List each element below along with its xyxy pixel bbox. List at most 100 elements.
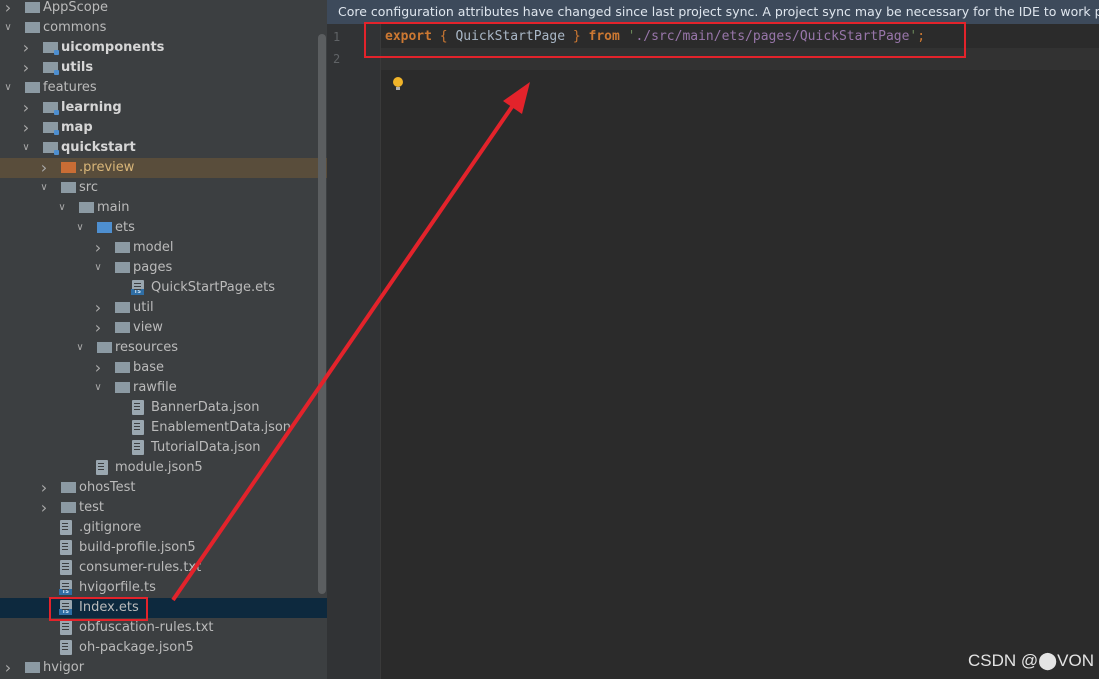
tree-item-util[interactable]: › util bbox=[0, 298, 327, 318]
folder-icon bbox=[61, 482, 76, 493]
chevron-down-icon[interactable]: ∨ bbox=[92, 258, 104, 278]
tree-item-learning[interactable]: › learning bbox=[0, 98, 327, 118]
tree-item-label: obfuscation-rules.txt bbox=[79, 620, 214, 635]
tree-item-enablementdata-json[interactable]: EnablementData.json bbox=[0, 418, 327, 438]
tree-item-pages[interactable]: ∨ pages bbox=[0, 258, 327, 278]
tree-item-tutorialdata-json[interactable]: TutorialData.json bbox=[0, 438, 327, 458]
tree-item-label: hvigorfile.ts bbox=[79, 580, 156, 595]
tree-item-label: map bbox=[61, 120, 93, 135]
tree-item-base[interactable]: › base bbox=[0, 358, 327, 378]
tree-item-view[interactable]: › view bbox=[0, 318, 327, 338]
tree-item-label: src bbox=[79, 180, 98, 195]
chevron-right-icon[interactable]: › bbox=[2, 0, 14, 18]
tree-item-label: hvigor bbox=[43, 660, 85, 675]
ets-file-icon: TS bbox=[59, 580, 72, 595]
chevron-right-icon[interactable]: › bbox=[92, 318, 104, 338]
code-editor[interactable]: Core configuration attributes have chang… bbox=[327, 0, 1099, 679]
tree-item-gitignore[interactable]: .gitignore bbox=[0, 518, 327, 538]
tree-item-label: ohosTest bbox=[79, 480, 136, 495]
lightbulb-icon[interactable] bbox=[393, 77, 403, 90]
chevron-right-icon[interactable]: › bbox=[20, 98, 32, 118]
folder-icon bbox=[115, 382, 130, 393]
tree-item-rawfile[interactable]: ∨ rawfile bbox=[0, 378, 327, 398]
chevron-right-icon[interactable]: › bbox=[92, 238, 104, 258]
tree-item-model[interactable]: › model bbox=[0, 238, 327, 258]
tree-item-map[interactable]: › map bbox=[0, 118, 327, 138]
tree-item-label: module.json5 bbox=[115, 460, 203, 475]
tree-item-commons[interactable]: ∨ commons bbox=[0, 18, 327, 38]
tree-item-consumer-rules-txt[interactable]: consumer-rules.txt bbox=[0, 558, 327, 578]
tree-item-module-json5[interactable]: module.json5 bbox=[0, 458, 327, 478]
folder-icon bbox=[115, 242, 130, 253]
chevron-down-icon[interactable]: ∨ bbox=[56, 198, 68, 218]
tree-item-test[interactable]: › test bbox=[0, 498, 327, 518]
tree-item-obfuscation-rules-txt[interactable]: obfuscation-rules.txt bbox=[0, 618, 327, 638]
tree-item-label: test bbox=[79, 500, 104, 515]
config-file-icon bbox=[96, 460, 108, 475]
tree-item-label: BannerData.json bbox=[151, 400, 260, 415]
tree-item-bannerdata-json[interactable]: BannerData.json bbox=[0, 398, 327, 418]
tree-item-main[interactable]: ∨ main bbox=[0, 198, 327, 218]
folder-icon bbox=[115, 362, 130, 373]
tree-item-label: view bbox=[133, 320, 163, 335]
chevron-down-icon[interactable]: ∨ bbox=[38, 178, 50, 198]
tree-item-label: main bbox=[97, 200, 130, 215]
chevron-down-icon[interactable]: ∨ bbox=[74, 338, 86, 358]
chevron-right-icon[interactable]: › bbox=[38, 498, 50, 518]
tree-item-resources[interactable]: ∨ resources bbox=[0, 338, 327, 358]
chevron-right-icon[interactable]: › bbox=[92, 298, 104, 318]
tree-item-label: commons bbox=[43, 20, 107, 35]
tree-item-hvigorfile-ts[interactable]: TS hvigorfile.ts bbox=[0, 578, 327, 598]
module-badge-icon bbox=[54, 70, 59, 75]
tree-item-ets[interactable]: ∨ ets bbox=[0, 218, 327, 238]
project-tree-panel: › AppScope ∨ commons › uicomponents › utils ∨ fea… bbox=[0, 0, 327, 679]
chevron-right-icon[interactable]: › bbox=[20, 38, 32, 58]
chevron-down-icon[interactable]: ∨ bbox=[2, 18, 14, 38]
chevron-down-icon[interactable]: ∨ bbox=[20, 138, 32, 158]
tree-item-preview[interactable]: › .preview bbox=[0, 158, 327, 178]
editor-gutter: 1 2 bbox=[327, 24, 381, 679]
module-badge-icon bbox=[54, 130, 59, 135]
config-file-icon bbox=[60, 640, 72, 655]
project-tree-scrollbar[interactable] bbox=[318, 34, 326, 594]
tree-item-oh-package-json5[interactable]: oh-package.json5 bbox=[0, 638, 327, 658]
module-badge-icon bbox=[54, 150, 59, 155]
tree-item-label: base bbox=[133, 360, 164, 375]
folder-icon bbox=[115, 322, 130, 333]
tree-item-quickstart[interactable]: ∨ quickstart bbox=[0, 138, 327, 158]
chevron-right-icon[interactable]: › bbox=[2, 658, 14, 678]
chevron-right-icon[interactable]: › bbox=[20, 118, 32, 138]
tree-item-label: resources bbox=[115, 340, 179, 355]
chevron-down-icon[interactable]: ∨ bbox=[92, 378, 104, 398]
tree-item-label: util bbox=[133, 300, 154, 315]
chevron-right-icon[interactable]: › bbox=[38, 158, 50, 178]
chevron-right-icon[interactable]: › bbox=[38, 478, 50, 498]
tree-item-label: consumer-rules.txt bbox=[79, 560, 202, 575]
tree-item-uicomponents[interactable]: › uicomponents bbox=[0, 38, 327, 58]
tree-item-hvigor[interactable]: › hvigor bbox=[0, 658, 327, 678]
folder-icon bbox=[79, 202, 94, 213]
tree-item-appscope[interactable]: › AppScope bbox=[0, 0, 327, 18]
tree-item-label: build-profile.json5 bbox=[79, 540, 196, 555]
tree-item-utils[interactable]: › utils bbox=[0, 58, 327, 78]
tree-item-build-profile-json5[interactable]: build-profile.json5 bbox=[0, 538, 327, 558]
chevron-down-icon[interactable]: ∨ bbox=[74, 218, 86, 238]
config-file-icon bbox=[132, 420, 144, 435]
folder-icon bbox=[115, 302, 130, 313]
tree-item-ohostest[interactable]: › ohosTest bbox=[0, 478, 327, 498]
module-badge-icon bbox=[54, 50, 59, 55]
chevron-right-icon[interactable]: › bbox=[92, 358, 104, 378]
chevron-down-icon[interactable]: ∨ bbox=[2, 78, 14, 98]
text-file-icon bbox=[60, 560, 72, 575]
tree-item-features[interactable]: ∨ features bbox=[0, 78, 327, 98]
tree-item-src[interactable]: ∨ src bbox=[0, 178, 327, 198]
folder-icon bbox=[115, 262, 130, 273]
tree-item-label: pages bbox=[133, 260, 173, 275]
chevron-right-icon[interactable]: › bbox=[20, 58, 32, 78]
index-ets-highlight-box bbox=[49, 597, 148, 621]
module-badge-icon bbox=[54, 110, 59, 115]
tree-item-quickstartpage-ets[interactable]: TS QuickStartPage.ets bbox=[0, 278, 327, 298]
project-sync-banner[interactable]: Core configuration attributes have chang… bbox=[327, 0, 1099, 24]
config-file-icon bbox=[132, 440, 144, 455]
folder-icon bbox=[61, 502, 76, 513]
